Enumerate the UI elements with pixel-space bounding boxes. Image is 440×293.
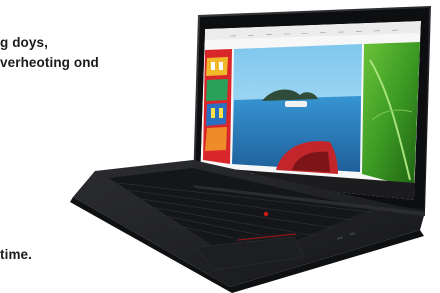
laptop-photo bbox=[70, 6, 431, 293]
trackpoint bbox=[263, 211, 269, 217]
